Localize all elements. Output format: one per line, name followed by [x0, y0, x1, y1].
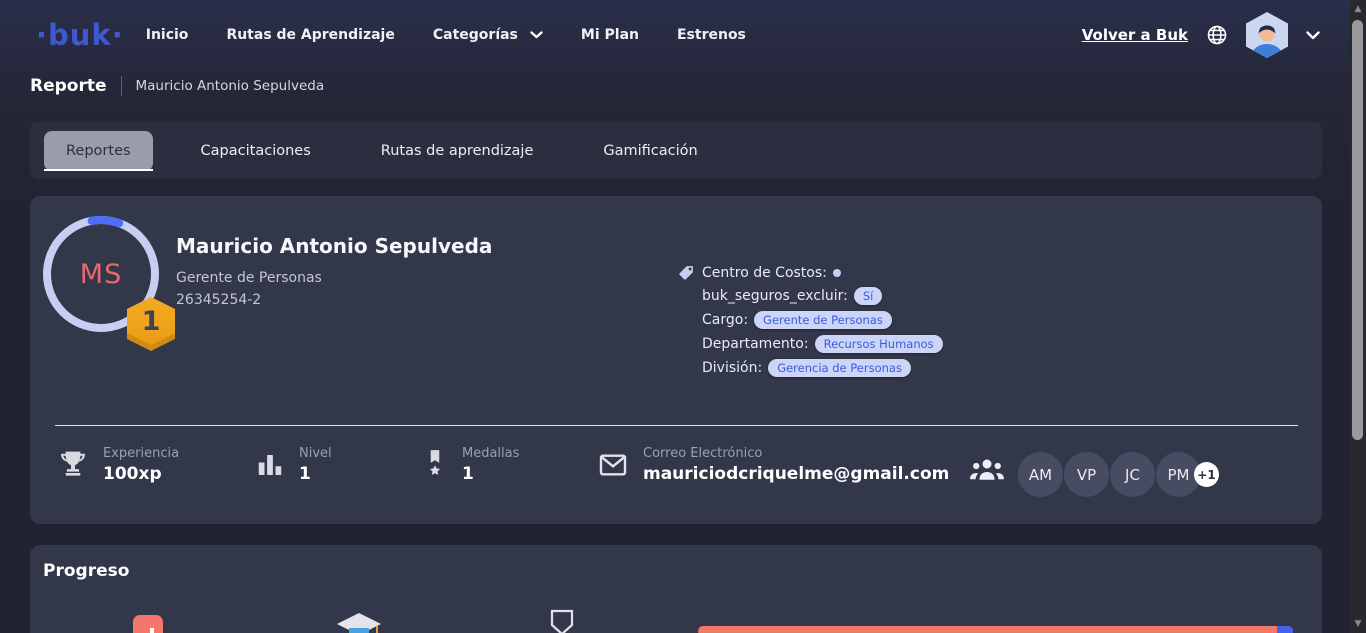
person-role: Gerente de Personas	[176, 270, 322, 286]
team-avatar-vp[interactable]: VP	[1064, 452, 1109, 497]
breadcrumb-current: Mauricio Antonio Sepulveda	[136, 78, 325, 94]
tab-capacitaciones[interactable]: Capacitaciones	[179, 131, 333, 171]
user-avatar[interactable]	[1246, 12, 1288, 58]
attribute-value-pill: Recursos Humanos	[815, 335, 943, 353]
attribute-value-pill: Gerencia de Personas	[768, 359, 911, 377]
profile-card: MS 1 Mauricio Antonio Sepulveda Gerente …	[30, 196, 1322, 524]
graduation-cap-icon	[336, 611, 382, 633]
team-avatar-am[interactable]: AM	[1018, 452, 1063, 497]
nav-item-rutas[interactable]: Rutas de Aprendizaje	[226, 27, 394, 43]
progress-bar	[698, 626, 1293, 633]
trophy-icon	[57, 449, 89, 481]
attribute-row: Cargo: Gerente de Personas	[678, 311, 943, 329]
breadcrumb-section: Reporte	[30, 76, 107, 96]
scroll-up-arrow[interactable]: ▲	[1350, 4, 1366, 14]
tab-gamificacion[interactable]: Gamificación	[581, 131, 719, 171]
attribute-centro-de-costos: Centro de Costos:	[678, 264, 943, 281]
breadcrumb: Reporte Mauricio Antonio Sepulveda	[30, 76, 324, 96]
account-chevron-icon[interactable]	[1306, 31, 1320, 40]
stat-experiencia: Experiencia 100xp	[57, 446, 179, 484]
team-group	[968, 454, 1006, 484]
stat-correo: Correo Electrónico mauriciodcriquelme@gm…	[597, 446, 949, 484]
buk-logo[interactable]: ·buk·	[36, 18, 124, 52]
attribute-value-pill: Gerente de Personas	[754, 311, 892, 329]
progress-card: Progreso	[30, 545, 1322, 633]
envelope-icon	[597, 449, 629, 481]
nav-item-categorias[interactable]: Categorías	[433, 27, 543, 43]
attributes-block: Centro de Costos: buk_seguros_excluir: S…	[678, 264, 943, 383]
report-tabs: Reportes Capacitaciones Rutas de aprendi…	[30, 122, 1322, 179]
shield-icon	[550, 609, 574, 633]
tab-rutas-de-aprendizaje[interactable]: Rutas de aprendizaje	[359, 131, 556, 171]
progress-section-title: Progreso	[43, 561, 129, 581]
scroll-down-arrow[interactable]: ▼	[1350, 619, 1366, 629]
empty-value-dot	[833, 269, 841, 277]
attribute-row: División: Gerencia de Personas	[678, 359, 943, 377]
person-name: Mauricio Antonio Sepulveda	[176, 234, 492, 258]
volver-a-buk-link[interactable]: Volver a Buk	[1082, 26, 1188, 44]
person-rut: 26345254-2	[176, 292, 261, 308]
breadcrumb-divider	[121, 76, 122, 96]
people-icon	[968, 454, 1006, 484]
bar-chart-icon	[255, 450, 285, 480]
main-nav: Inicio Rutas de Aprendizaje Categorías M…	[146, 27, 746, 43]
attribute-row: buk_seguros_excluir: Sí	[678, 287, 943, 305]
team-avatar-overflow[interactable]: +1	[1194, 462, 1219, 487]
level-badge: 1	[127, 297, 175, 351]
card-divider	[55, 425, 1298, 426]
team-avatar-list: AM VP JC PM +1	[1018, 452, 1219, 497]
progress-bar-secondary-segment	[1277, 626, 1293, 633]
globe-icon[interactable]	[1206, 24, 1228, 46]
nav-item-mi-plan[interactable]: Mi Plan	[581, 27, 639, 43]
attribute-value-pill: Sí	[854, 287, 883, 305]
stat-medallas: Medallas 1	[422, 446, 519, 484]
nav-item-estrenos[interactable]: Estrenos	[677, 27, 746, 43]
tab-reportes[interactable]: Reportes	[44, 131, 153, 171]
page-scrollbar[interactable]: ▲ ▼	[1350, 0, 1366, 633]
attribute-row: Departamento: Recursos Humanos	[678, 335, 943, 353]
nav-item-inicio[interactable]: Inicio	[146, 27, 189, 43]
chart-stat-icon	[133, 615, 163, 633]
stat-nivel: Nivel 1	[255, 446, 332, 484]
chevron-down-icon	[530, 31, 543, 39]
tag-icon	[678, 264, 695, 281]
team-avatar-jc[interactable]: JC	[1110, 452, 1155, 497]
header-right-group: Volver a Buk	[1082, 0, 1320, 70]
medal-icon	[422, 449, 448, 481]
scrollbar-thumb[interactable]	[1352, 20, 1363, 440]
